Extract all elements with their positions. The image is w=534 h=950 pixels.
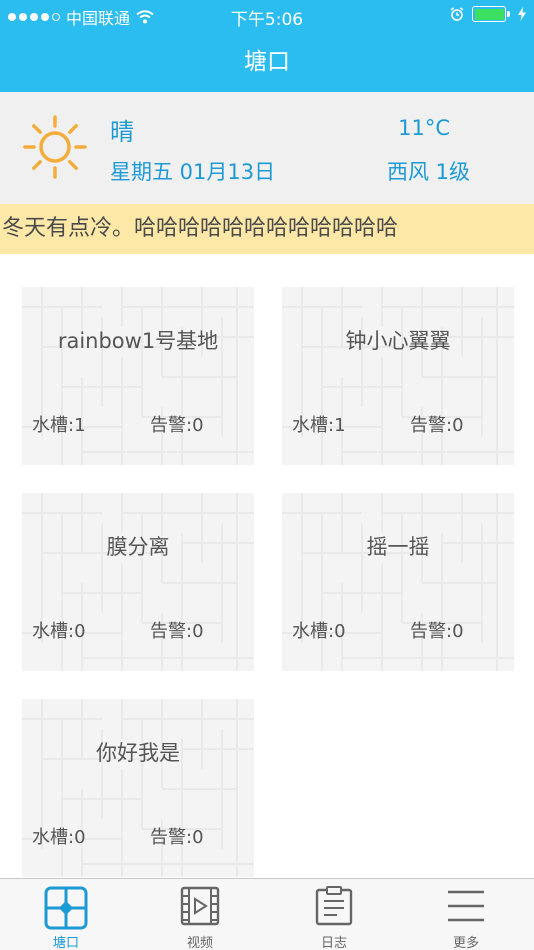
pond-name: rainbow1号基地 [57, 329, 219, 353]
weather-date: 星期五 01月13日 [110, 160, 276, 184]
pond-card[interactable]: 钟小心翼翼水槽:1 告警:0 [282, 287, 514, 465]
pond-name: 摇一摇 [366, 535, 430, 559]
tab-more[interactable]: 更多 [406, 879, 526, 950]
tab-log[interactable]: 日志 [274, 879, 394, 950]
clipboard-icon [315, 886, 353, 926]
menu-icon [448, 890, 484, 922]
top-bar: 中国联通 下午5:06 塘口 [0, 0, 534, 92]
tab-more-label: 更多 [452, 936, 479, 950]
tab-video[interactable]: 视频 [140, 879, 260, 950]
pond-alarm-count: 告警:0 [150, 621, 204, 642]
pond-tank-count: 水槽:0 [32, 827, 86, 848]
pond-card[interactable]: rainbow1号基地水槽:1 告警:0 [22, 287, 254, 465]
weather-temperature: 11°C [398, 116, 450, 140]
notice-banner: 冬天有点冷。哈哈哈哈哈哈哈哈哈哈哈哈 [0, 204, 534, 254]
pond-tank-count: 水槽:0 [292, 621, 346, 642]
pond-name: 钟小心翼翼 [345, 329, 451, 353]
card-maze-pattern [282, 493, 514, 671]
battery-icon [472, 6, 510, 22]
tab-bar: 塘口 视频 日志 更多 [0, 878, 534, 950]
pond-card[interactable]: 你好我是水槽:0 告警:0 [22, 699, 254, 877]
pond-name: 你好我是 [96, 741, 180, 765]
pond-alarm-count: 告警:0 [150, 827, 204, 848]
sun-icon [23, 115, 87, 179]
tab-log-label: 日志 [320, 936, 347, 950]
pond-card[interactable]: 膜分离水槽:0 告警:0 [22, 493, 254, 671]
status-right [450, 6, 526, 22]
card-maze-pattern [22, 699, 254, 877]
pond-tank-count: 水槽:0 [32, 621, 86, 642]
grid-icon [44, 886, 88, 930]
pond-alarm-count: 告警:0 [410, 621, 464, 642]
pond-tank-count: 水槽:1 [32, 415, 86, 436]
pond-alarm-count: 告警:0 [410, 415, 464, 436]
card-maze-pattern [22, 493, 254, 671]
weather-wind: 西风 1级 [386, 160, 470, 184]
tab-ponds-label: 塘口 [52, 936, 79, 950]
status-bar: 中国联通 下午5:06 [0, 0, 534, 30]
tab-ponds[interactable]: 塘口 [6, 879, 126, 950]
alarm-clock-icon [450, 7, 464, 21]
battery-level [474, 8, 504, 20]
card-maze-pattern [22, 287, 254, 465]
pond-tank-count: 水槽:1 [292, 415, 346, 436]
pond-name: 膜分离 [106, 535, 170, 559]
card-maze-pattern [282, 287, 514, 465]
weather-panel: 晴 星期五 01月13日 11°C 西风 1级 [0, 92, 534, 204]
charging-bolt-icon [518, 7, 526, 21]
app-screen: 中国联通 下午5:06 塘口 晴 星期五 01月13日 11°C 西风 1级 冬… [0, 0, 534, 950]
video-icon [180, 886, 220, 926]
pond-grid: rainbow1号基地水槽:1 告警:0 钟小心翼翼水槽:1 告警:0 膜分离水槽:0 告… [0, 254, 534, 878]
pond-card[interactable]: 摇一摇水槽:0 告警:0 [282, 493, 514, 671]
pond-alarm-count: 告警:0 [150, 415, 204, 436]
weather-condition: 晴 [110, 118, 134, 146]
page-title: 塘口 [244, 49, 290, 75]
tab-video-label: 视频 [186, 936, 213, 950]
